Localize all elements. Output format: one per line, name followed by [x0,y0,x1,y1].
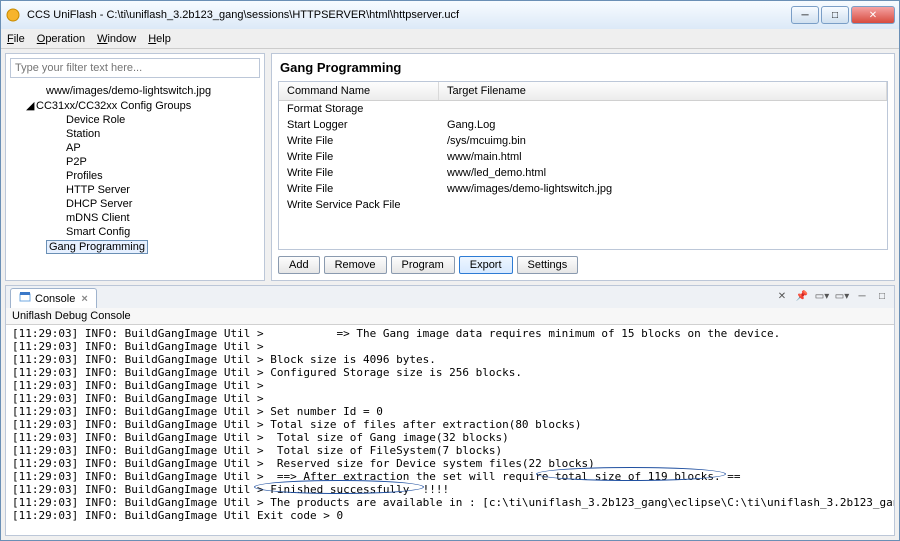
left-panel: www/images/demo-lightswitch.jpg ◢CC31xx/… [5,53,265,281]
pin-console-icon[interactable]: 📌 [794,288,810,304]
cell-command: Write Service Pack File [279,197,439,213]
filter-input[interactable] [10,58,260,78]
program-button[interactable]: Program [391,256,455,274]
table-row[interactable]: Format Storage [279,101,887,117]
tree-item[interactable]: Profiles [12,169,262,183]
remove-button[interactable]: Remove [324,256,387,274]
cell-target: /sys/mcuimg.bin [439,133,887,149]
tree-group[interactable]: ◢CC31xx/CC32xx Config Groups [12,98,262,113]
menu-window[interactable]: Window [97,33,136,45]
cell-command: Write File [279,133,439,149]
table-row[interactable]: Write Filewww/main.html [279,149,887,165]
table-row[interactable]: Write Service Pack File [279,197,887,213]
menubar: File Operation Window Help [1,29,899,49]
console-tab-label: Console [35,293,75,305]
cell-target: www/main.html [439,149,887,165]
tree-item[interactable]: HTTP Server [12,183,262,197]
menu-help[interactable]: Help [148,33,171,45]
tree-item[interactable]: P2P [12,155,262,169]
table-row[interactable]: Write Filewww/led_demo.html [279,165,887,181]
export-button[interactable]: Export [459,256,513,274]
cell-target: www/images/demo-lightswitch.jpg [439,181,887,197]
config-tree[interactable]: www/images/demo-lightswitch.jpg ◢CC31xx/… [6,82,264,280]
tab-close-icon[interactable]: × [81,293,87,305]
tree-item[interactable]: Device Role [12,113,262,127]
console-toolbar: ✕ 📌 ▭▾ ▭▾ ─ □ [774,288,890,304]
cell-command: Format Storage [279,101,439,117]
table-row[interactable]: Start LoggerGang.Log [279,117,887,133]
cell-command: Write File [279,165,439,181]
tree-item[interactable]: Station [12,127,262,141]
clear-console-icon[interactable]: ✕ [774,288,790,304]
cell-command: Write File [279,181,439,197]
cell-command: Write File [279,149,439,165]
tree-item[interactable]: Smart Config [12,225,262,239]
console-panel: Console × ✕ 📌 ▭▾ ▭▾ ─ □ Uniflash Debug C… [5,285,895,536]
display-selected-icon[interactable]: ▭▾ [814,288,830,304]
console-tab[interactable]: Console × [10,288,97,308]
cell-target: www/led_demo.html [439,165,887,181]
minimize-view-icon[interactable]: ─ [854,288,870,304]
menu-file[interactable]: File [7,33,25,45]
panel-title: Gang Programming [272,54,894,81]
tree-item[interactable]: AP [12,141,262,155]
maximize-view-icon[interactable]: □ [874,288,890,304]
add-button[interactable]: Add [278,256,320,274]
tree-item-gang[interactable]: Gang Programming [12,239,262,255]
table-row[interactable]: Write Filewww/images/demo-lightswitch.jp… [279,181,887,197]
tree-item[interactable]: mDNS Client [12,211,262,225]
cell-command: Start Logger [279,117,439,133]
col-target-filename[interactable]: Target Filename [439,82,887,100]
command-table[interactable]: Command Name Target Filename Format Stor… [278,81,888,250]
close-button[interactable]: ✕ [851,6,895,24]
app-icon [5,7,21,23]
tree-item[interactable]: DHCP Server [12,197,262,211]
menu-operation[interactable]: Operation [37,33,85,45]
col-command-name[interactable]: Command Name [279,82,439,100]
maximize-button[interactable]: □ [821,6,849,24]
cell-target [439,101,887,117]
tree-item[interactable]: www/images/demo-lightswitch.jpg [12,84,262,98]
window-title: CCS UniFlash - C:\ti\uniflash_3.2b123_ga… [27,9,791,21]
cell-target: Gang.Log [439,117,887,133]
titlebar: CCS UniFlash - C:\ti\uniflash_3.2b123_ga… [1,1,899,29]
console-icon [19,291,31,306]
main-panel: Gang Programming Command Name Target Fil… [271,53,895,281]
minimize-button[interactable]: ─ [791,6,819,24]
open-console-icon[interactable]: ▭▾ [834,288,850,304]
settings-button[interactable]: Settings [517,256,579,274]
console-output[interactable]: [11:29:03] INFO: BuildGangImage Util > =… [6,325,894,535]
console-subtitle: Uniflash Debug Console [6,308,894,325]
cell-target [439,197,887,213]
table-row[interactable]: Write File/sys/mcuimg.bin [279,133,887,149]
